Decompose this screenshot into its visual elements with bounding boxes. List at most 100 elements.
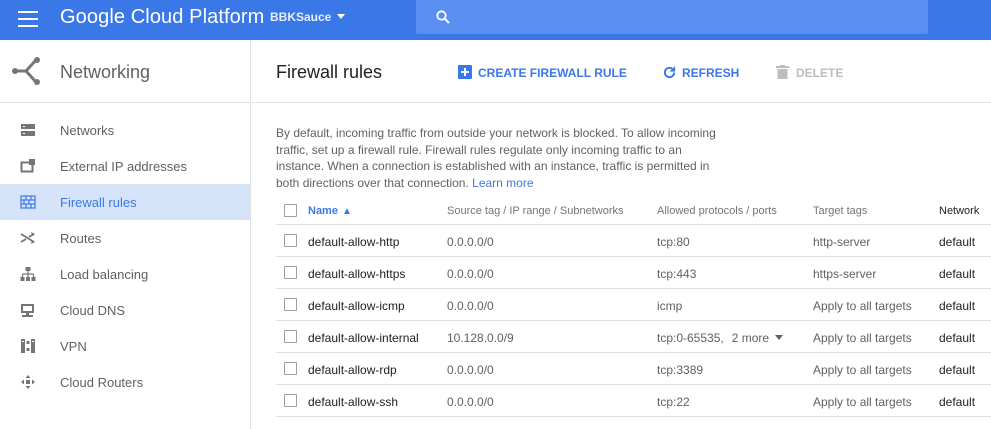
rule-target-tags: Apply to all targets: [813, 331, 912, 345]
sidebar-item-label: Load balancing: [60, 267, 149, 282]
sidebar-item-routes[interactable]: Routes: [0, 220, 250, 256]
rule-protocols-value: tcp:0-65535,: [657, 331, 724, 345]
sidebar-item-label: Routes: [60, 231, 102, 246]
table-header-row: Name ▲ Source tag / IP range / Subnetwork…: [276, 196, 991, 225]
sidebar-item-label: Cloud Routers: [60, 375, 144, 390]
rule-network: default: [939, 267, 976, 281]
sidebar-item-label: VPN: [60, 339, 87, 354]
rule-name: default-allow-https: [308, 267, 406, 281]
refresh-icon: [663, 65, 676, 79]
column-header-source: Source tag / IP range / Subnetworks: [447, 205, 624, 217]
sidebar-title: Networking: [60, 62, 151, 82]
rule-target-tags: Apply to all targets: [813, 363, 912, 377]
create-label: CREATE FIREWALL RULE: [478, 66, 627, 80]
sidebar-item-cloud-dns[interactable]: Cloud DNS: [0, 292, 250, 328]
rule-source: 0.0.0.0/0: [447, 299, 494, 313]
external-ip-icon: [20, 159, 35, 173]
table-row[interactable]: default-allow-https 0.0.0.0/0 tcp:443 ht…: [276, 257, 991, 289]
sidebar-item-label: Networks: [60, 123, 115, 138]
rule-protocols: tcp:3389: [657, 363, 704, 377]
sidebar-item-vpn[interactable]: VPN: [0, 328, 250, 364]
rule-network: default: [939, 363, 976, 377]
search-input[interactable]: [416, 0, 928, 34]
rule-source: 0.0.0.0/0: [447, 363, 494, 377]
project-name: BBKSauce: [270, 10, 332, 24]
chevron-down-icon: [775, 335, 784, 340]
sidebar-item-load-balancing[interactable]: Load balancing: [0, 256, 250, 292]
sidebar-item-label: Firewall rules: [60, 195, 137, 210]
sidebar-header: Networking: [0, 40, 251, 103]
select-all-checkbox[interactable]: [284, 204, 297, 217]
networking-icon: [12, 57, 40, 85]
sidebar-item-cloud-routers[interactable]: Cloud Routers: [0, 364, 250, 400]
column-header-network: Network: [939, 205, 980, 217]
row-checkbox[interactable]: [284, 362, 297, 375]
app-title[interactable]: Google Cloud Platform: [60, 6, 264, 29]
rule-source: 0.0.0.0/0: [447, 235, 494, 249]
rule-name: default-allow-internal: [308, 331, 419, 345]
rule-protocols: tcp:0-65535, 2 more: [657, 331, 784, 345]
sidebar: Networking Networks External IP addresse…: [0, 40, 251, 429]
firewall-icon: [20, 195, 36, 209]
rule-name: default-allow-icmp: [308, 299, 405, 313]
sidebar-item-label: External IP addresses: [60, 159, 187, 174]
header-divider: [252, 102, 991, 103]
menu-icon[interactable]: [18, 11, 38, 27]
row-checkbox[interactable]: [284, 330, 297, 343]
row-checkbox[interactable]: [284, 266, 297, 279]
rule-protocols: tcp:80: [657, 235, 690, 249]
rule-protocols: icmp: [657, 299, 683, 313]
column-header-target-tags: Target tags: [813, 205, 868, 217]
rule-network: default: [939, 235, 976, 249]
sidebar-item-label: Cloud DNS: [60, 303, 126, 318]
rule-network: default: [939, 395, 976, 409]
load-balancing-icon: [20, 267, 36, 281]
more-protocols-label: 2 more: [731, 331, 770, 345]
row-checkbox[interactable]: [284, 298, 297, 311]
sidebar-item-external-ip[interactable]: External IP addresses: [0, 148, 250, 184]
table-row[interactable]: default-allow-icmp 0.0.0.0/0 icmp Apply …: [276, 289, 991, 321]
rule-network: default: [939, 299, 976, 313]
rule-name: default-allow-rdp: [308, 363, 397, 377]
trash-icon: [776, 65, 789, 79]
rule-target-tags: Apply to all targets: [813, 299, 912, 313]
refresh-label: REFRESH: [682, 66, 740, 80]
more-protocols-dropdown[interactable]: 2 more: [731, 331, 784, 345]
rule-protocols: tcp:443: [657, 267, 697, 281]
networks-icon: [21, 124, 35, 136]
column-header-protocols: Allowed protocols / ports: [657, 205, 777, 217]
rule-target-tags: http-server: [813, 235, 871, 249]
delete-label: DELETE: [796, 66, 844, 80]
rule-name: default-allow-http: [308, 235, 400, 249]
column-header-name-label: Name: [308, 205, 338, 217]
routes-icon: [20, 232, 35, 244]
rule-target-tags: Apply to all targets: [813, 395, 912, 409]
rule-target-tags: https-server: [813, 267, 877, 281]
routers-icon: [21, 375, 35, 389]
table-row[interactable]: default-allow-rdp 0.0.0.0/0 tcp:3389 App…: [276, 353, 991, 385]
row-checkbox[interactable]: [284, 394, 297, 407]
rule-source: 0.0.0.0/0: [447, 267, 494, 281]
table-row[interactable]: default-allow-http 0.0.0.0/0 tcp:80 http…: [276, 225, 991, 257]
vpn-icon: [21, 339, 35, 353]
table-row[interactable]: default-allow-internal 10.128.0.0/9 tcp:…: [276, 321, 991, 353]
learn-more-link[interactable]: Learn more: [472, 176, 533, 190]
rule-network: default: [939, 331, 976, 345]
top-app-bar: Google Cloud Platform BBKSauce: [0, 0, 991, 40]
sort-ascending-icon: ▲: [341, 206, 352, 217]
row-checkbox[interactable]: [284, 234, 297, 247]
add-box-icon: [458, 65, 472, 79]
rule-source: 0.0.0.0/0: [447, 395, 494, 409]
rule-name: default-allow-ssh: [308, 395, 399, 409]
sidebar-item-networks[interactable]: Networks: [0, 112, 250, 148]
search-icon: [436, 10, 450, 24]
rule-protocols: tcp:22: [657, 395, 690, 409]
column-header-name[interactable]: Name ▲: [308, 205, 352, 217]
sidebar-item-firewall-rules[interactable]: Firewall rules: [0, 184, 250, 220]
page-title: Firewall rules: [276, 62, 383, 82]
dns-icon: [21, 304, 34, 317]
project-selector[interactable]: BBKSauce: [270, 10, 346, 24]
chevron-down-icon: [337, 14, 346, 19]
info-text: By default, incoming traffic from outsid…: [276, 125, 716, 191]
table-row[interactable]: default-allow-ssh 0.0.0.0/0 tcp:22 Apply…: [276, 385, 991, 417]
